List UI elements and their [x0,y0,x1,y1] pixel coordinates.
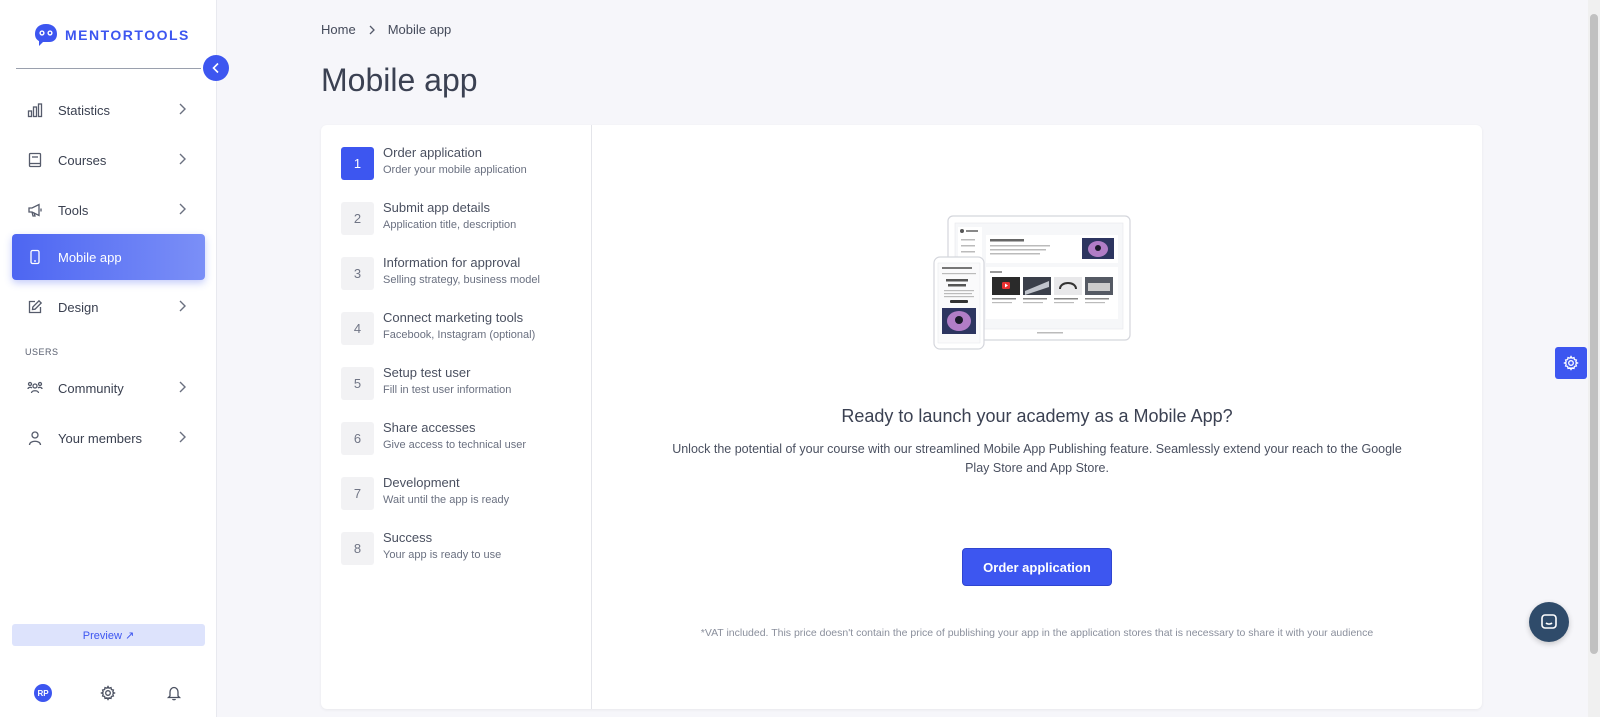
step-number: 3 [341,257,374,290]
sidebar: MENTORTOOLS Statistics Courses Tools Mob… [0,0,217,717]
step-title: Share accesses [383,420,476,435]
step-subtitle: Give access to technical user [383,439,527,451]
step-title: Success [383,530,433,545]
sidebar-item-label: Courses [58,152,107,168]
step-number: 1 [341,147,374,180]
sidebar-item-community[interactable]: Community [12,365,205,411]
sidebar-item-label: Mobile app [58,249,122,265]
megaphone-icon [26,201,44,219]
step-7[interactable]: 7 Development Wait until the app is ready [341,475,509,510]
brand-name: MENTORTOOLS [65,27,190,43]
step-title: Connect marketing tools [383,310,524,325]
breadcrumb-current: Mobile app [387,22,452,37]
step-number: 2 [341,202,374,235]
gear-icon[interactable] [100,685,116,701]
step-title: Order application [383,145,482,160]
step-number: 5 [341,367,374,400]
sidebar-item-courses[interactable]: Courses [12,137,205,183]
step-4[interactable]: 4 Connect marketing tools Facebook, Insta… [341,310,535,345]
mentortools-logo-icon [35,24,57,46]
breadcrumb-home[interactable]: Home [321,22,356,37]
step-subtitle: Wait until the app is ready [383,494,510,506]
sidebar-item-label: Statistics [58,102,111,118]
step-subtitle: Order your mobile application [383,164,527,176]
logo[interactable]: MENTORTOOLS [33,22,190,48]
step-subtitle: Fill in test user information [383,384,512,396]
scrollbar-thumb[interactable] [1590,14,1598,654]
sidebar-item-tools[interactable]: Tools [12,187,205,233]
mobile-app-card: 1 Order application Order your mobile app… [321,125,1482,709]
chevron-left-icon [212,62,219,74]
collapse-sidebar-button[interactable] [203,55,229,81]
pencil-icon [26,298,44,316]
step-3[interactable]: 3 Information for approval Selling strate… [341,255,540,290]
sidebar-item-design[interactable]: Design [12,284,205,330]
scrollbar[interactable] [1588,0,1600,717]
step-title: Submit app details [383,200,490,215]
step-5[interactable]: 5 Setup test user Fill in test user infor… [341,365,511,400]
sidebar-item-label: Tools [58,202,89,218]
description: Unlock the potential of your course with… [672,442,1402,475]
settings-button[interactable] [1555,347,1587,379]
step-1[interactable]: 1 Order application Order your mobile app… [341,145,527,180]
sidebar-item-label: Design [58,299,99,315]
order-content: Ready to launch your academy as a Mobile… [592,125,1482,709]
chat-button[interactable] [1529,602,1569,642]
headline: Ready to launch your academy as a Mobile… [841,406,1233,426]
chevron-right-icon [179,300,186,312]
chevron-right-icon [369,25,375,34]
divider [16,68,201,69]
step-6[interactable]: 6 Share accesses Give access to technical… [341,420,526,455]
chevron-right-icon [179,381,186,393]
step-subtitle: Facebook, Instagram (optional) [383,329,536,341]
chevron-right-icon [179,103,186,115]
mobile-app-illustration [933,215,1131,350]
breadcrumb: Home Mobile app [321,22,451,37]
chat-icon [1541,614,1557,629]
step-number: 7 [341,477,374,510]
preview-button[interactable]: Preview ↗ [12,624,205,646]
step-subtitle: Selling strategy, business model [383,274,540,286]
book-icon [26,151,44,169]
person-icon [26,429,44,447]
chevron-right-icon [179,203,186,215]
gear-icon [1563,355,1579,371]
page-title: Mobile app [321,62,478,98]
avatar[interactable]: RP [34,684,52,702]
sidebar-item-statistics[interactable]: Statistics [12,87,205,133]
step-number: 8 [341,532,374,565]
step-subtitle: Application title, description [383,219,517,231]
chevron-right-icon [179,431,186,443]
chevron-right-icon [179,153,186,165]
sidebar-item-label: Your members [58,430,143,446]
section-label-users: USERS [25,347,59,357]
phone-icon [26,248,44,266]
step-title: Setup test user [383,365,471,380]
vat-note: *VAT included. This price doesn't contai… [700,627,1374,639]
step-title: Information for approval [383,255,521,270]
sidebar-item-your-members[interactable]: Your members [12,415,205,461]
sidebar-item-label: Community [58,380,124,396]
steps-list: 1 Order application Order your mobile app… [321,125,592,709]
step-number: 4 [341,312,374,345]
sidebar-item-mobile-app[interactable]: Mobile app [12,234,205,280]
step-subtitle: Your app is ready to use [383,549,502,561]
community-icon [26,379,44,397]
step-2[interactable]: 2 Submit app details Application title, d… [341,200,516,235]
step-8[interactable]: 8 Success Your app is ready to use [341,530,501,565]
step-title: Development [383,475,460,490]
step-number: 6 [341,422,374,455]
bar-chart-icon [26,101,44,119]
order-application-button[interactable]: Order application [962,548,1112,586]
bell-icon[interactable] [166,685,182,701]
